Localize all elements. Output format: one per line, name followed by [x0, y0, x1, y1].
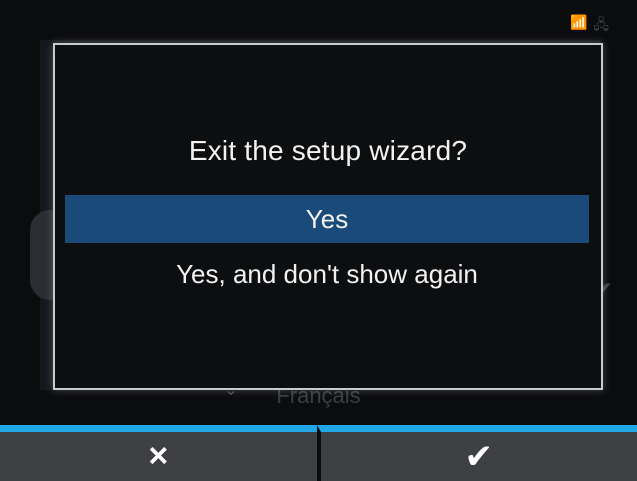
option-yes[interactable]: Yes: [65, 195, 589, 243]
network-icon: 🖧: [593, 16, 609, 32]
bottom-bar: × ✔: [0, 425, 637, 481]
close-icon: ×: [148, 437, 169, 475]
exit-wizard-dialog: Exit the setup wizard? Yes Yes, and don'…: [53, 43, 603, 390]
status-icons: 📶 🖧: [570, 14, 609, 38]
option-yes-dont-show-again[interactable]: Yes, and don't show again: [65, 250, 589, 298]
cancel-button[interactable]: ×: [0, 425, 317, 481]
wireless-icon: 📶: [569, 14, 588, 30]
dialog-title: Exit the setup wizard?: [188, 135, 468, 166]
checkmark-icon: ✔: [464, 437, 494, 476]
confirm-button[interactable]: ✔: [316, 425, 637, 481]
printer-screen: 📶 🖧 ✔ ⌄ Français Exit the setup wizard? …: [0, 0, 637, 481]
